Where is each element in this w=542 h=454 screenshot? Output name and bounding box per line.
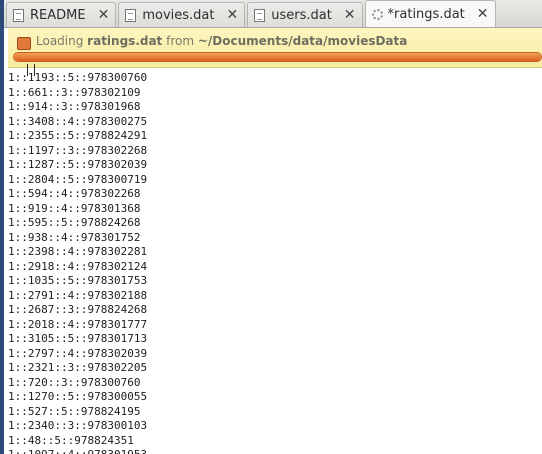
file-icon: [13, 8, 24, 22]
text-line: 1::938::4::978301752: [8, 230, 141, 244]
close-icon[interactable]: ✕: [226, 8, 238, 22]
tab-label: users.dat: [271, 7, 332, 23]
folder-icon: [17, 37, 31, 50]
text-line: 1::914::3::978301968: [8, 100, 141, 113]
text-line: 1::2804::5::978300719: [8, 172, 148, 186]
text-line: 1::1193::5::978300760: [8, 71, 148, 84]
loading-path: ~/Documents/data/moviesData: [197, 34, 408, 48]
text-line: 1::2687::3::978824268: [8, 303, 148, 316]
loading-from: from: [162, 34, 198, 48]
loading-progress-bar: [13, 52, 542, 62]
loading-message: Loading ratings.dat from ~/Documents/dat…: [36, 34, 407, 48]
text-cursor-icon: [27, 64, 35, 76]
window-left-border: [0, 0, 4, 454]
tab-users[interactable]: users.dat ✕: [247, 2, 363, 27]
text-line: 1::2355::5::978824291: [8, 129, 148, 142]
text-line: 1::3408::4::978300275: [8, 114, 148, 128]
text-line: 1::2340::3::978300103: [8, 419, 148, 432]
text-line: 1::1197::3::978302268: [8, 143, 148, 157]
tab-ratings[interactable]: *ratings.dat ✕: [364, 0, 496, 27]
file-icon: [254, 8, 266, 22]
text-line: 1::661::3::978302109: [8, 85, 141, 99]
text-line: 1::1097::4::978301953: [8, 448, 542, 454]
tab-bar: README ✕ movies.dat ✕ users.dat ✕ *ratin…: [4, 0, 542, 28]
text-editor[interactable]: 1::1193::5::978300760 1::661::3::97830210…: [8, 71, 542, 454]
text-line: 1::527::5::978824195: [8, 404, 141, 418]
text-line: 1::2018::4::978301777: [8, 317, 148, 331]
text-line: 1::3105::5::978301713: [8, 332, 148, 345]
text-line: 1::2791::4::978302188: [8, 288, 148, 302]
progress-fill: [14, 53, 541, 61]
tab-label: README: [30, 7, 86, 23]
tab-readme[interactable]: README ✕: [6, 2, 117, 27]
close-icon[interactable]: ✕: [344, 8, 356, 22]
text-line: 1::2918::4::978302124: [8, 259, 148, 273]
loading-prefix: Loading: [36, 34, 88, 48]
text-line: 1::1270::5::978300055: [8, 390, 148, 403]
spinner-icon: [371, 8, 383, 20]
tab-label: movies.dat: [142, 7, 215, 23]
text-line: 1::1287::5::978302039: [8, 158, 148, 171]
text-line: 1::1035::5::978301753: [8, 274, 148, 287]
text-line: 1::919::4::978301368: [8, 201, 141, 215]
loading-filename: ratings.dat: [87, 34, 163, 48]
close-icon[interactable]: ✕: [477, 7, 489, 21]
text-line: 1::2398::4::978302281: [8, 245, 148, 258]
text-line: 1::2797::4::978302039: [8, 346, 148, 360]
close-icon[interactable]: ✕: [98, 8, 110, 22]
text-line: 1::595::5::978824268: [8, 216, 141, 229]
file-icon: [125, 8, 137, 22]
tab-movies[interactable]: movies.dat ✕: [118, 2, 246, 27]
text-line: 1::2321::3::978302205: [8, 361, 148, 374]
tab-label: *ratings.dat: [387, 6, 465, 22]
loading-infobar: Loading ratings.dat from ~/Documents/dat…: [8, 28, 542, 68]
text-line: 1::720::3::978300760: [8, 375, 141, 389]
text-line: 1::48::5::978824351: [8, 433, 134, 447]
text-line: 1::594::4::978302268: [8, 187, 141, 200]
